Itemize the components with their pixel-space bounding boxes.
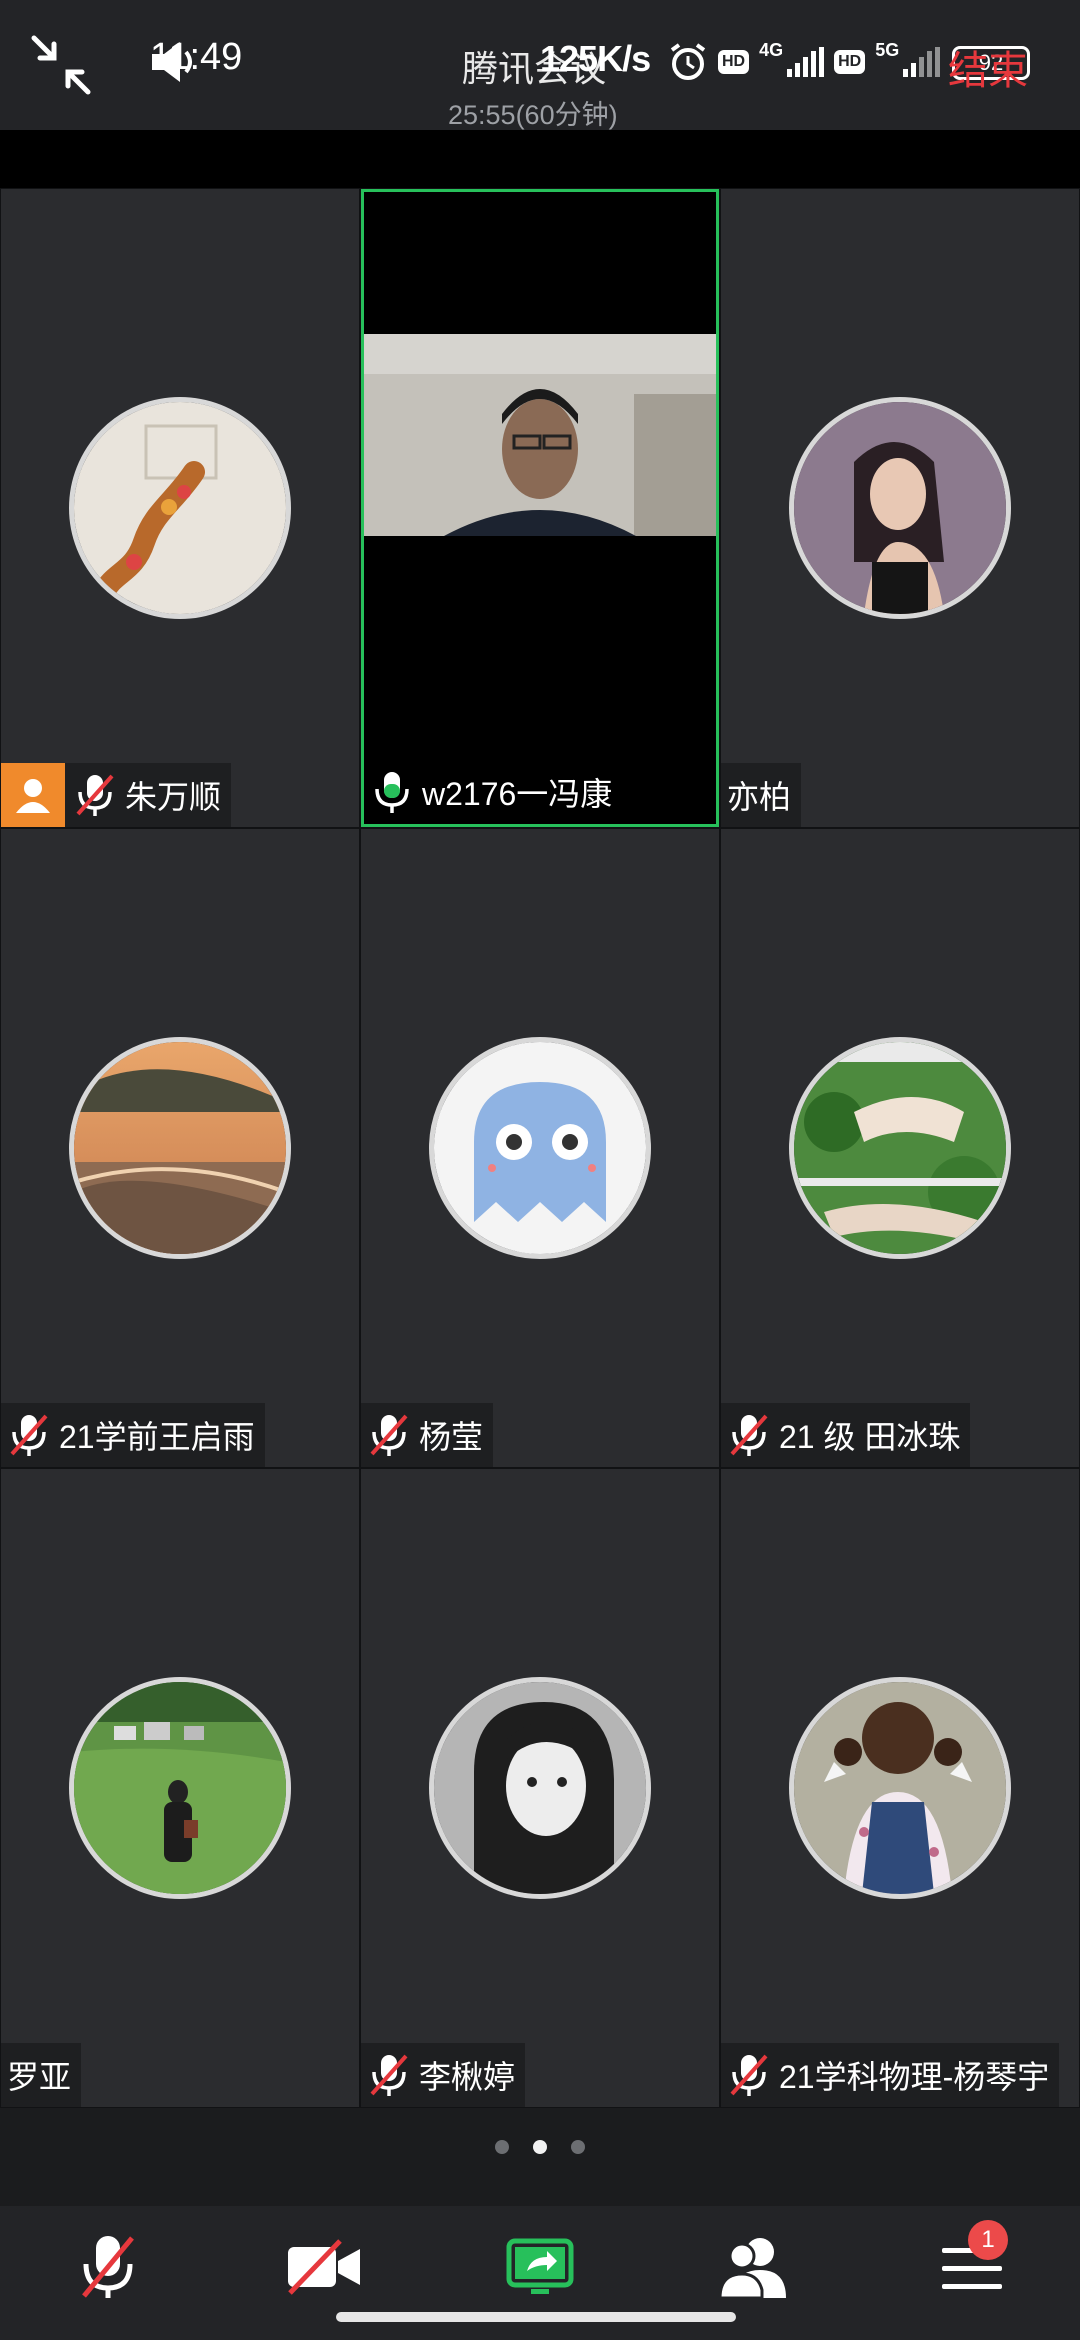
notification-badge: 1 [968,2220,1008,2260]
share-screen-icon [506,2238,574,2294]
network-type-label: 4G [759,40,784,60]
participant-tile[interactable]: 罗亚 [1,1469,359,2107]
participant-tile[interactable]: 亦柏 [721,189,1079,827]
exit-fullscreen-icon[interactable] [30,34,92,96]
mic-active-icon [375,772,409,813]
avatar [69,1677,291,1899]
share-screen-button[interactable] [490,2222,590,2312]
avatar [69,397,291,619]
video-off-icon [288,2239,360,2295]
hd-icon: HD [718,50,750,74]
participant-grid: 朱万顺 w2176一冯康 亦柏 21学前王启雨 杨莹 21 级 田冰珠 罗亚 李… [0,188,1080,2108]
signal-icon [903,47,941,77]
participant-name: 杨莹 [419,1419,484,1455]
participant-name: 21 级 田冰珠 [779,1419,961,1455]
participants-button[interactable] [706,2222,806,2312]
network-type-label: 5G [875,40,900,60]
name-tag: 亦柏 [721,763,802,827]
page-dot[interactable] [571,2140,585,2154]
mic-muted-icon [730,1414,768,1456]
avatar [789,1677,1011,1899]
avatar [789,397,1011,619]
participant-tile[interactable]: 21学科物理-杨琴宇 [721,1469,1079,2107]
page-dot[interactable] [495,2140,509,2154]
participant-tile[interactable]: 21 级 田冰珠 [721,829,1079,1467]
participant-tile[interactable]: 李楸婷 [361,1469,719,2107]
participant-name: 罗亚 [7,2059,72,2095]
more-menu-button[interactable]: 1 [922,2220,1022,2312]
name-tag: 21 级 田冰珠 [721,1403,971,1467]
participant-tile[interactable]: 21学前王启雨 [1,829,359,1467]
mute-mic-button[interactable] [58,2222,158,2312]
mic-muted-icon [730,2054,768,2096]
page-dot-current[interactable] [533,2140,547,2154]
participant-name: w2176一冯康 [422,776,613,812]
hd-icon: HD [834,50,866,74]
speaker-icon[interactable] [150,40,198,84]
top-bar: 11:49 腾讯会议 25:55(60分钟) 125K/s HD 4G HD 5… [0,0,1080,130]
name-tag: 朱万顺 [1,763,232,827]
name-tag: 罗亚 [1,2043,82,2107]
participants-icon [718,2238,786,2300]
name-tag: 21学科物理-杨琴宇 [721,2043,1060,2107]
name-tag: 杨莹 [361,1403,494,1467]
network-speed: 125K/s [540,38,651,79]
mic-muted-icon [76,774,114,816]
avatar [429,1037,651,1259]
header-spacer [0,130,1080,188]
name-tag: w2176一冯康 [364,760,623,824]
status-icons: HD 4G HD 5G [668,40,941,84]
participant-tile[interactable]: 杨莹 [361,829,719,1467]
avatar [69,1037,291,1259]
participant-name: 21学科物理-杨琴宇 [779,2059,1050,2095]
stop-video-button[interactable] [274,2222,374,2312]
participant-name: 21学前王启雨 [59,1419,255,1455]
meeting-elapsed-time: 25:55(60分钟) [448,100,618,130]
mic-muted-icon [10,1414,48,1456]
name-tag: 李楸婷 [361,2043,526,2107]
participant-name: 亦柏 [727,779,792,815]
participant-tile-active[interactable]: w2176一冯康 [361,189,719,827]
avatar [429,1677,651,1899]
participant-name: 李楸婷 [419,2059,516,2095]
name-tag: 21学前王启雨 [1,1403,265,1467]
home-indicator[interactable] [336,2312,736,2322]
mic-muted-icon [370,1414,408,1456]
mic-muted-icon [82,2236,134,2298]
video-feed [364,334,716,536]
host-badge-icon [1,763,65,827]
participant-name: 朱万顺 [125,779,222,815]
page-indicator[interactable] [0,2140,1080,2154]
alarm-icon [670,43,706,80]
mic-muted-icon [370,2054,408,2096]
signal-icon [787,47,825,77]
participant-tile[interactable]: 朱万顺 [1,189,359,827]
end-meeting-button[interactable]: 结束 [948,38,1028,96]
avatar [789,1037,1011,1259]
